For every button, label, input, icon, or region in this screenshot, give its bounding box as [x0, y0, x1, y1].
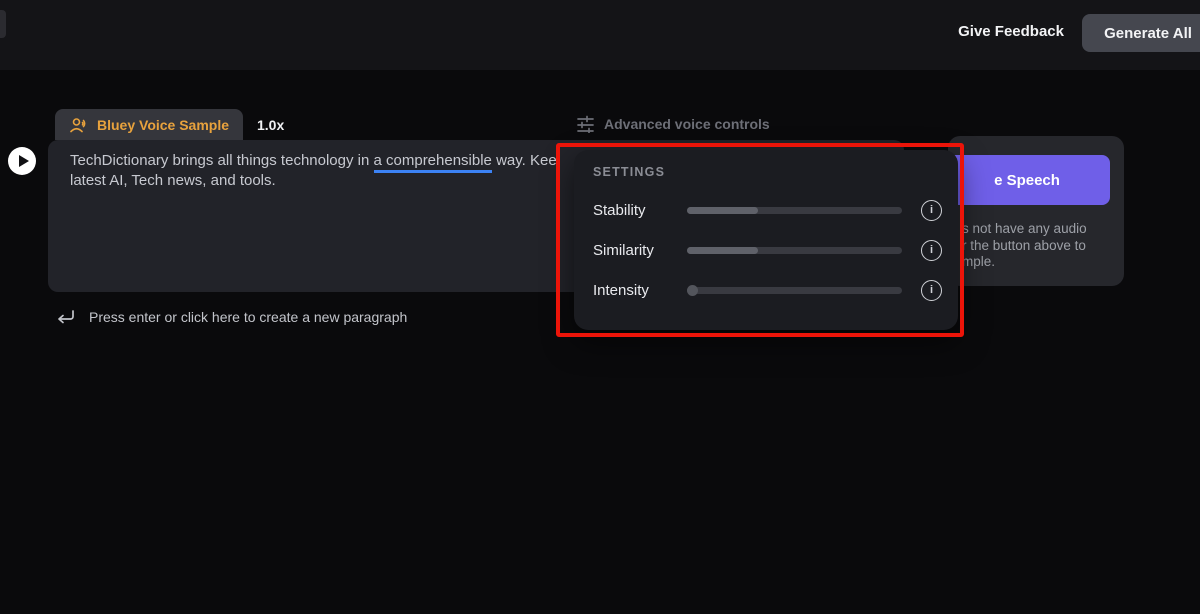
- new-paragraph-button[interactable]: Press enter or click here to create a ne…: [55, 308, 407, 326]
- stability-row: Stability: [574, 190, 958, 230]
- return-icon: [55, 308, 76, 326]
- similarity-label: Similarity: [593, 242, 687, 259]
- similarity-slider[interactable]: [687, 247, 902, 254]
- voice-sample-tab[interactable]: Bluey Voice Sample: [55, 109, 243, 140]
- stability-label: Stability: [593, 202, 687, 219]
- voice-over-icon: [69, 115, 89, 135]
- sliders-icon: [576, 114, 595, 133]
- intensity-label: Intensity: [593, 282, 687, 299]
- settings-popup: SETTINGS Stability Similarity Intensity: [574, 150, 958, 330]
- advanced-voice-controls-label: Advanced voice controls: [604, 116, 770, 132]
- info-icon[interactable]: [921, 280, 942, 301]
- give-feedback-button[interactable]: Give Feedback: [958, 23, 1064, 40]
- audio-panel: e Speech s not have any audio r the butt…: [948, 136, 1124, 286]
- generate-all-button[interactable]: Generate All: [1082, 14, 1200, 52]
- logo-sliver: [0, 10, 6, 38]
- top-bar: Give Feedback Generate All: [0, 0, 1200, 70]
- underlined-phrase: a comprehensible: [374, 152, 492, 173]
- intensity-row: Intensity: [574, 270, 958, 310]
- new-paragraph-label: Press enter or click here to create a ne…: [89, 309, 407, 325]
- play-button[interactable]: [8, 147, 36, 175]
- play-icon: [19, 155, 29, 167]
- similarity-row: Similarity: [574, 230, 958, 270]
- advanced-voice-controls-button[interactable]: Advanced voice controls: [576, 114, 770, 133]
- settings-title: SETTINGS: [593, 165, 958, 179]
- info-icon[interactable]: [921, 240, 942, 261]
- info-icon[interactable]: [921, 200, 942, 221]
- audio-hint-text: s not have any audio r the button above …: [962, 221, 1087, 271]
- playback-speed[interactable]: 1.0x: [257, 117, 284, 133]
- stability-slider[interactable]: [687, 207, 902, 214]
- intensity-slider[interactable]: [687, 287, 902, 294]
- tab-label: Bluey Voice Sample: [97, 117, 229, 133]
- generate-speech-button[interactable]: e Speech: [944, 155, 1110, 205]
